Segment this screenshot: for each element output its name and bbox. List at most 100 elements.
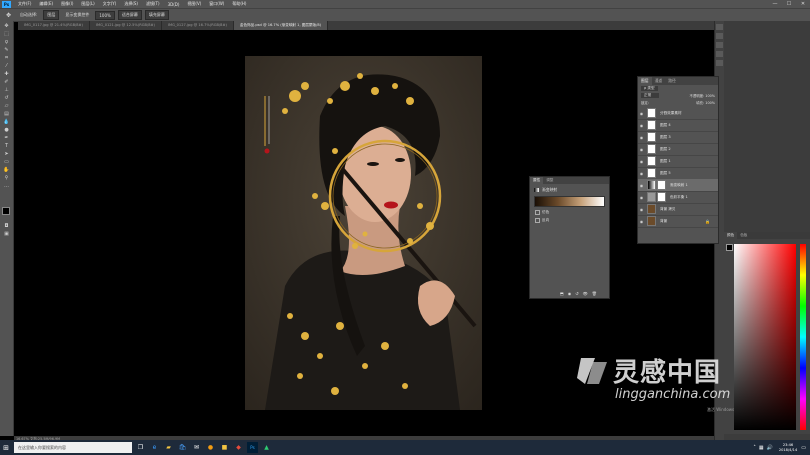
brushes-panel-icon[interactable]: [716, 42, 723, 48]
store-icon[interactable]: 🛍: [177, 442, 188, 453]
eye-icon[interactable]: ◉: [638, 207, 645, 212]
paragraph-panel-icon[interactable]: [716, 60, 723, 66]
quick-select-icon[interactable]: ✎: [2, 46, 11, 53]
hue-slider[interactable]: [800, 244, 806, 430]
path-select-icon[interactable]: ➤: [2, 150, 11, 157]
tab-adjustments[interactable]: 调整: [543, 177, 556, 184]
eye-icon[interactable]: ◉: [638, 123, 645, 128]
app-icon[interactable]: ▲: [261, 442, 272, 453]
dither-checkbox[interactable]: [535, 210, 540, 215]
document-artwork[interactable]: [245, 56, 482, 410]
show-transform-checkbox[interactable]: 显示变换控件: [62, 11, 92, 19]
actions-panel-icon[interactable]: [716, 33, 723, 39]
tab-color[interactable]: 颜色: [724, 232, 738, 239]
volume-icon[interactable]: 🔊: [767, 445, 773, 451]
eye-icon[interactable]: ◉: [638, 111, 645, 116]
reset-icon[interactable]: ↺: [575, 291, 578, 296]
move-icon[interactable]: ✥: [2, 22, 11, 29]
brush-icon[interactable]: ✐: [2, 78, 11, 85]
eraser-icon[interactable]: ▱: [2, 102, 11, 109]
eye-icon[interactable]: ◉: [638, 147, 645, 152]
eye-icon[interactable]: ◉: [638, 183, 645, 188]
eye-icon[interactable]: ◉: [638, 135, 645, 140]
windows-start-icon[interactable]: ⊞: [0, 440, 12, 455]
tab-paths[interactable]: 路径: [665, 77, 679, 85]
history-panel-icon[interactable]: [716, 24, 723, 30]
reverse-checkbox[interactable]: [535, 218, 540, 223]
menu-view[interactable]: 视图(V): [183, 1, 205, 7]
gradient-icon[interactable]: ▤: [2, 110, 11, 117]
doc-tab[interactable]: IMG_0121.jpg @ 12.5%(RGB/8#): [90, 21, 162, 30]
doc-tab[interactable]: IMG_0127.jpg @ 16.7%(RGB/8#): [162, 21, 234, 30]
menu-help[interactable]: 帮助(H): [228, 1, 250, 7]
menu-layer[interactable]: 图层(L): [77, 1, 98, 7]
shape-icon[interactable]: ▭: [2, 158, 11, 165]
eye-icon[interactable]: ◉: [638, 195, 645, 200]
fg-color-chip[interactable]: [726, 244, 733, 251]
menu-edit[interactable]: 编辑(E): [35, 1, 57, 7]
tab-swatches[interactable]: 色板: [737, 232, 750, 239]
blur-icon[interactable]: 💧: [2, 118, 11, 125]
menu-window[interactable]: 窗口(W): [205, 1, 228, 7]
menu-file[interactable]: 文件(F): [14, 1, 35, 7]
blend-mode-dropdown[interactable]: 正常: [641, 93, 660, 98]
tab-layers[interactable]: 图层: [638, 77, 652, 85]
character-panel-icon[interactable]: [716, 51, 723, 57]
more-tools-icon[interactable]: …: [2, 182, 11, 189]
fit-screen-button[interactable]: 适合屏幕: [117, 10, 142, 20]
eye-icon[interactable]: ◉: [638, 159, 645, 164]
stamp-icon[interactable]: ⊥: [2, 86, 11, 93]
app-icon[interactable]: ◆: [233, 442, 244, 453]
network-icon[interactable]: ▦: [759, 445, 764, 451]
opacity-field[interactable]: 不透明度: 100%: [690, 93, 715, 98]
close-button[interactable]: ✕: [796, 0, 810, 8]
quick-mask-icon[interactable]: ◘: [2, 222, 11, 229]
eye-icon[interactable]: ◉: [638, 219, 645, 224]
eye-icon[interactable]: ◉: [638, 171, 645, 176]
menu-image[interactable]: 图像(I): [57, 1, 77, 7]
healing-icon[interactable]: ✚: [2, 70, 11, 77]
task-view-icon[interactable]: ❐: [135, 442, 146, 453]
tab-properties[interactable]: 属性: [530, 177, 544, 184]
doc-tab[interactable]: IMG_0117.jpg @ 21.4%(RGB/8#): [18, 21, 90, 30]
fill-field[interactable]: 填充: 100%: [696, 100, 715, 105]
visibility-icon[interactable]: 👁: [583, 291, 588, 296]
lasso-icon[interactable]: ϙ: [2, 38, 11, 45]
notification-icon[interactable]: ▭: [801, 445, 806, 451]
zoom-100-button[interactable]: 100%: [95, 10, 115, 20]
zoom-icon[interactable]: ⚲: [2, 174, 11, 181]
auto-select-label[interactable]: 自动选择:: [17, 11, 40, 19]
dodge-icon[interactable]: ●: [2, 126, 11, 133]
pen-icon[interactable]: ✒: [2, 134, 11, 141]
menu-type[interactable]: 文字(Y): [99, 1, 121, 7]
maximize-button[interactable]: ☐: [782, 0, 796, 8]
screen-mode-icon[interactable]: ▣: [2, 230, 11, 237]
gradient-bar[interactable]: [534, 196, 605, 207]
layer-row[interactable]: ◉ 背景 🔒: [638, 215, 718, 228]
view-previous-icon[interactable]: ◉: [568, 291, 572, 296]
folder-icon[interactable]: ■: [219, 442, 230, 453]
photoshop-taskbar-icon[interactable]: Ps: [247, 442, 258, 453]
menu-3d[interactable]: 3D(D): [164, 2, 184, 7]
eyedropper-icon[interactable]: ⁄: [2, 62, 11, 69]
app-icon[interactable]: ●: [205, 442, 216, 453]
type-icon[interactable]: T: [2, 142, 11, 149]
minimize-button[interactable]: —: [768, 0, 782, 8]
move-tool-icon[interactable]: ✥: [3, 11, 14, 20]
clip-icon[interactable]: ⬒: [560, 291, 564, 296]
fill-screen-button[interactable]: 填充屏幕: [144, 10, 169, 20]
tray-up-icon[interactable]: ˄: [753, 445, 756, 451]
taskbar-search-box[interactable]: 在这里输入你要搜索的内容: [14, 442, 132, 453]
edge-icon[interactable]: e: [149, 442, 160, 453]
auto-select-dropdown[interactable]: 图层: [43, 10, 60, 20]
foreground-color-swatch[interactable]: [2, 207, 10, 215]
mail-icon[interactable]: ✉: [191, 442, 202, 453]
doc-tab-active[interactable]: 金色饰品.psd @ 16.7% (渐变映射 1, 图层蒙版/8): [233, 21, 329, 30]
menu-filter[interactable]: 滤镜(T): [142, 1, 164, 7]
trash-icon[interactable]: 🗑: [592, 291, 597, 296]
clock[interactable]: 23:46 2018/4/14: [779, 443, 797, 452]
tab-channels[interactable]: 通道: [652, 77, 666, 85]
history-brush-icon[interactable]: ↺: [2, 94, 11, 101]
crop-icon[interactable]: ⌗: [2, 54, 11, 61]
menu-select[interactable]: 选择(S): [120, 1, 142, 7]
